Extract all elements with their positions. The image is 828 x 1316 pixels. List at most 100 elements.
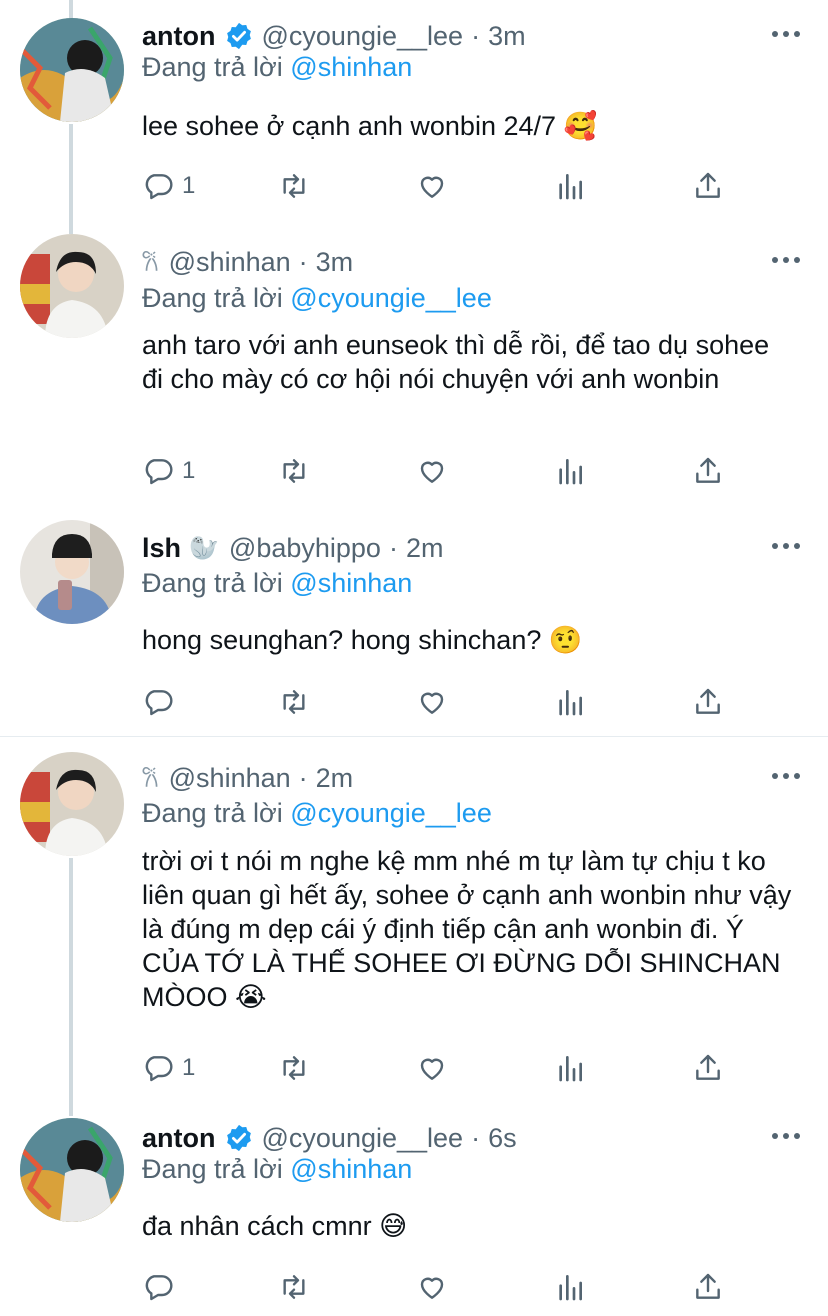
tweet-header: 𐙚 @shinhan · 3m xyxy=(142,244,353,280)
user-handle[interactable]: @shinhan xyxy=(169,247,291,278)
separator-dot: · xyxy=(298,246,308,277)
replying-to-label: Đang trả lời xyxy=(142,568,283,598)
tweet-actions: 1 xyxy=(142,454,742,488)
tweet-header: anton @cyoungie__lee · 6s xyxy=(142,1120,517,1156)
analytics-icon xyxy=(559,1275,582,1301)
replying-to-handle[interactable]: @shinhan xyxy=(290,52,412,82)
retweet-icon xyxy=(283,459,305,483)
timestamp[interactable]: 6s xyxy=(488,1123,517,1154)
avatar[interactable] xyxy=(20,234,124,338)
analytics-button[interactable] xyxy=(554,685,586,719)
analytics-button[interactable] xyxy=(554,1270,586,1304)
reply-icon xyxy=(145,1056,173,1082)
analytics-button[interactable] xyxy=(554,169,586,203)
reply-icon xyxy=(145,690,173,716)
share-button[interactable] xyxy=(692,1051,724,1085)
reply-button[interactable]: 1 xyxy=(142,169,195,203)
like-button[interactable] xyxy=(416,169,448,203)
share-button[interactable] xyxy=(692,169,724,203)
analytics-button[interactable] xyxy=(554,1051,586,1085)
share-icon xyxy=(696,457,720,483)
more-icon[interactable] xyxy=(772,773,800,783)
retweet-icon xyxy=(283,174,305,198)
timestamp[interactable]: 2m xyxy=(406,533,444,564)
reply-button[interactable]: 1 xyxy=(142,1051,195,1085)
like-button[interactable] xyxy=(416,1270,448,1304)
retweet-icon xyxy=(283,1056,305,1080)
reply-button[interactable] xyxy=(142,685,182,719)
retweet-button[interactable] xyxy=(278,1051,310,1085)
retweet-button[interactable] xyxy=(278,1270,310,1304)
tweet-text: anh taro với anh eunseok thì dễ rồi, để … xyxy=(142,330,770,394)
reply-icon xyxy=(145,174,173,200)
share-button[interactable] xyxy=(692,454,724,488)
more-icon[interactable] xyxy=(772,257,800,267)
display-name[interactable]: anton xyxy=(142,21,216,52)
verified-icon xyxy=(224,1123,254,1153)
tweet-header: 𐙚 @shinhan · 2m xyxy=(142,760,353,796)
like-button[interactable] xyxy=(416,685,448,719)
display-name[interactable]: lsh xyxy=(142,533,181,564)
replying-to-label: Đang trả lời xyxy=(142,283,283,313)
verified-icon xyxy=(224,21,254,51)
like-icon xyxy=(420,461,444,483)
reply-count: 1 xyxy=(182,457,196,484)
replying-to: Đang trả lời @cyoungie__lee xyxy=(142,283,492,314)
analytics-icon xyxy=(559,174,582,200)
tweet-actions xyxy=(142,1270,742,1304)
display-name[interactable]: anton xyxy=(142,1123,216,1154)
tweet-text: trời ơi t nói m nghe kệ mm nhé m tự làm … xyxy=(142,846,792,1012)
tweet-actions: 1 xyxy=(142,169,742,203)
tweet-text: lee sohee ở cạnh anh wonbin 24/7 🥰 xyxy=(142,111,598,141)
analytics-icon xyxy=(559,1056,582,1082)
reply-button[interactable]: 1 xyxy=(142,454,195,488)
avatar[interactable] xyxy=(20,520,124,624)
share-button[interactable] xyxy=(692,1270,724,1304)
avatar[interactable] xyxy=(20,752,124,856)
name-emoji[interactable]: 𐙚 xyxy=(142,246,159,279)
like-icon xyxy=(420,176,444,198)
like-icon xyxy=(420,1277,444,1299)
timestamp[interactable]: 3m xyxy=(316,247,354,278)
user-handle[interactable]: @cyoungie__lee xyxy=(262,21,464,52)
timestamp[interactable]: 3m xyxy=(488,21,526,52)
like-button[interactable] xyxy=(416,1051,448,1085)
retweet-button[interactable] xyxy=(278,685,310,719)
thread-line xyxy=(69,124,73,234)
tweet-actions: 1 xyxy=(142,1051,742,1085)
retweet-button[interactable] xyxy=(278,169,310,203)
like-button[interactable] xyxy=(416,454,448,488)
replying-to-handle[interactable]: @shinhan xyxy=(290,1154,412,1184)
like-icon xyxy=(420,692,444,714)
divider xyxy=(0,736,828,737)
more-icon[interactable] xyxy=(772,543,800,553)
reply-icon xyxy=(145,1275,173,1301)
replying-to: Đang trả lời @shinhan xyxy=(142,1154,412,1185)
like-icon xyxy=(420,1058,444,1080)
thread-line xyxy=(69,0,73,18)
reply-button[interactable] xyxy=(142,1270,182,1304)
replying-to: Đang trả lời @shinhan xyxy=(142,568,412,599)
avatar[interactable] xyxy=(20,18,124,122)
analytics-button[interactable] xyxy=(554,454,586,488)
user-handle[interactable]: @babyhippo xyxy=(229,533,381,564)
avatar[interactable] xyxy=(20,1118,124,1222)
name-emoji[interactable]: 🦭 xyxy=(189,534,219,563)
more-icon[interactable] xyxy=(772,1133,800,1143)
replying-to-handle[interactable]: @cyoungie__lee xyxy=(290,798,492,828)
more-icon[interactable] xyxy=(772,31,800,41)
retweet-button[interactable] xyxy=(278,454,310,488)
timestamp[interactable]: 2m xyxy=(316,763,354,794)
replying-to: Đang trả lời @cyoungie__lee xyxy=(142,798,492,829)
replying-to-handle[interactable]: @shinhan xyxy=(290,568,412,598)
user-handle[interactable]: @shinhan xyxy=(169,763,291,794)
reply-count: 1 xyxy=(182,1054,196,1081)
analytics-icon xyxy=(559,459,582,485)
separator-dot: · xyxy=(298,762,308,793)
user-handle[interactable]: @cyoungie__lee xyxy=(262,1123,464,1154)
share-button[interactable] xyxy=(692,685,724,719)
tweet-actions xyxy=(142,685,742,719)
replying-to-handle[interactable]: @cyoungie__lee xyxy=(290,283,492,313)
thread-line xyxy=(69,858,73,1116)
name-emoji[interactable]: 𐙚 xyxy=(142,762,159,795)
